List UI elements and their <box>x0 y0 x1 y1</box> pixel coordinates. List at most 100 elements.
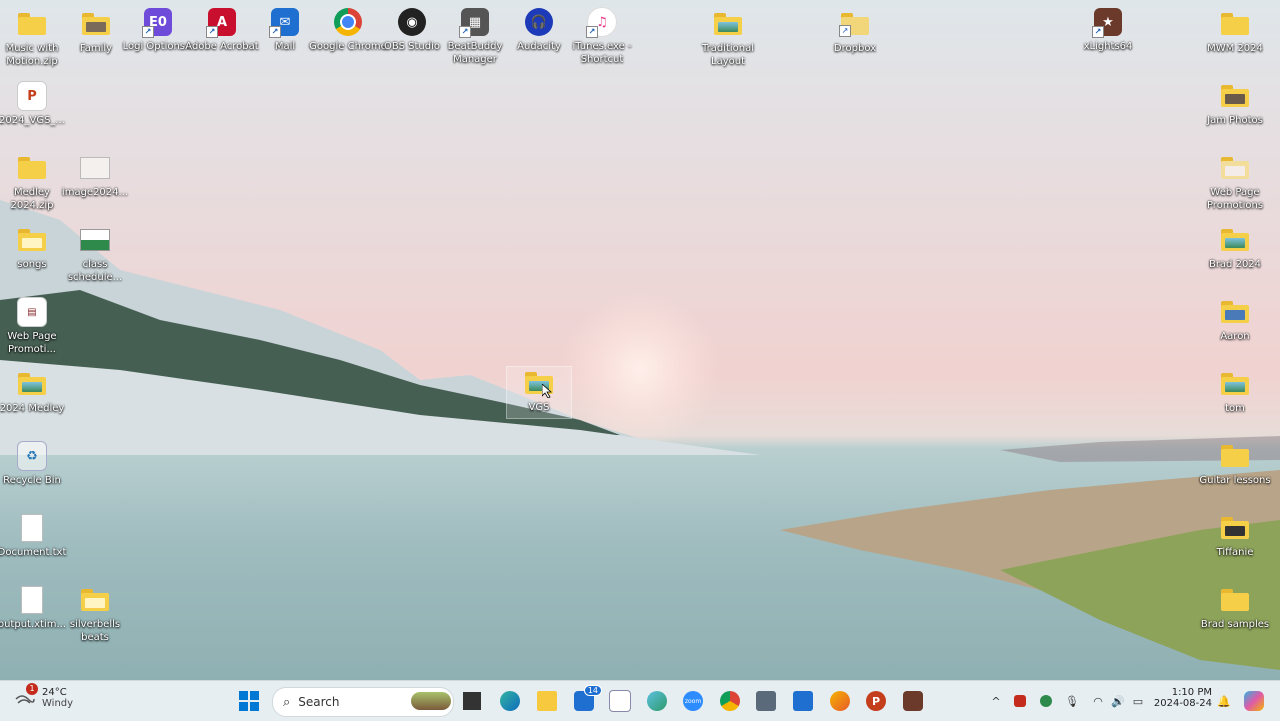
desktop-icon-brad-2024[interactable]: Brad 2024 <box>1203 224 1267 271</box>
desktop-icon-aaron[interactable]: Aaron <box>1203 296 1267 343</box>
folder-icon <box>1219 152 1251 184</box>
weather-icon: 1 <box>14 683 38 709</box>
zip-folder-icon <box>16 8 48 40</box>
desktop-icon-guitar-lessons[interactable]: Guitar lessons <box>1199 440 1271 487</box>
logi-options-icon: E0 ↗ <box>142 8 172 38</box>
recycle-bin-icon: ♻ <box>17 441 47 471</box>
taskbar-powerpoint[interactable]: P <box>864 689 888 713</box>
mail-icon: ✉ ↗ <box>269 8 299 38</box>
microphone-icon: 🎙 <box>1065 694 1079 708</box>
folder-icon <box>1219 224 1251 256</box>
desktop-icon-tiffanie[interactable]: Tiffanie <box>1203 512 1267 559</box>
desktop-icon-brad-samples[interactable]: Brad samples <box>1201 584 1269 631</box>
desktop-icon-jam-photos[interactable]: Jam Photos <box>1203 80 1267 127</box>
chrome-icon <box>720 691 740 711</box>
taskbar-mail[interactable]: 14 <box>572 685 602 713</box>
acrobat-icon: A ↗ <box>206 8 236 38</box>
volume-icon: 🔊 <box>1111 694 1125 708</box>
folder-icon <box>1219 512 1251 544</box>
desktop-icon-mwm-2024[interactable]: MWM 2024 <box>1203 8 1267 55</box>
folder-icon <box>1219 368 1251 400</box>
globe-icon <box>647 691 667 711</box>
tray-overflow-chevron-icon[interactable]: ^ <box>984 689 1008 713</box>
text-file-icon <box>21 514 43 542</box>
desktop-icon-2024-vgs[interactable]: P 2024_VGS_... <box>0 80 65 127</box>
folder-icon <box>712 8 744 40</box>
taskbar-xlights[interactable] <box>901 689 925 713</box>
weather-temp: 24°C <box>42 687 67 698</box>
window-app-icon <box>609 690 631 712</box>
bell-icon: 🔔 <box>1217 694 1231 708</box>
taskbar: 1 24°C Windy ⌕ Search 14 zoom P ^ 🎙 ◠ 🔊 … <box>0 680 1280 721</box>
desktop-icon-web-page-promoti[interactable]: ▤ Web Page Promoti... <box>0 296 64 356</box>
file-explorer-icon <box>537 691 557 711</box>
notifications-button[interactable]: 🔔 <box>1212 689 1236 713</box>
desktop-icon-document-txt[interactable]: Document.txt <box>0 512 66 559</box>
taskbar-edge[interactable] <box>498 689 522 713</box>
xlights-icon: ★ ↗ <box>1092 8 1122 38</box>
tray-app-1[interactable] <box>1008 689 1032 713</box>
copilot-icon <box>1244 691 1264 711</box>
tray-microphone[interactable]: 🎙 <box>1060 689 1084 713</box>
mouse-cursor-icon <box>542 384 552 398</box>
taskbar-calendar-app[interactable] <box>608 689 632 713</box>
desktop-icon-google-chrome[interactable]: Google Chrome <box>309 6 387 53</box>
powerpoint-file-icon: P <box>17 81 47 111</box>
desktop-icon-tom[interactable]: tom <box>1203 368 1267 415</box>
desktop-icon-web-page-promotions[interactable]: Web Page Promotions <box>1203 152 1267 212</box>
copilot-button[interactable] <box>1242 689 1266 713</box>
tray-battery[interactable]: ▭ <box>1126 689 1150 713</box>
desktop: Music with Motion.zip Family E0 ↗ Logi Op… <box>0 0 1280 680</box>
search-highlight-icon <box>411 692 451 710</box>
desktop-icon-recycle-bin[interactable]: ♻ Recycle Bin <box>0 440 64 487</box>
image-file-icon <box>80 157 110 179</box>
itunes-icon: ♫ ↗ <box>586 7 617 38</box>
taskbar-chrome[interactable] <box>718 689 742 713</box>
powerpoint-icon: P <box>866 691 886 711</box>
start-button[interactable] <box>237 689 261 713</box>
taskbar-calendar[interactable] <box>791 689 815 713</box>
weather-widget[interactable]: 1 24°C Windy <box>14 683 74 709</box>
beatbuddy-icon: ▦ ↗ <box>459 8 489 38</box>
weather-alert-badge: 1 <box>26 683 38 695</box>
folder-icon <box>1219 440 1251 472</box>
folder-icon <box>1219 584 1251 616</box>
chrome-icon <box>334 8 362 36</box>
desktop-icon-vgs-dragging[interactable]: VGS <box>506 366 572 419</box>
desktop-icon-silverbells-beats[interactable]: silverbells beats <box>63 584 127 644</box>
desktop-icon-image2024[interactable]: image2024... <box>62 152 128 199</box>
desktop-icon-logi-options[interactable]: E0 ↗ Logi Options+ <box>123 6 193 53</box>
desktop-icon-beatbuddy-manager[interactable]: ▦ ↗ BeatBuddy Manager <box>443 6 507 66</box>
windows-logo-icon <box>239 691 259 711</box>
taskbar-maps[interactable] <box>645 689 669 713</box>
zip-folder-icon <box>16 152 48 184</box>
search-icon: ⌕ <box>283 694 291 710</box>
desktop-icon-medley-2024-zip[interactable]: Medley 2024.zip <box>0 152 64 212</box>
clock-date: 2024-08-24 <box>1153 698 1212 709</box>
taskbar-search-box[interactable]: ⌕ Search <box>272 687 454 717</box>
text-file-icon <box>21 586 43 614</box>
tray-security[interactable] <box>1034 689 1058 713</box>
paint-icon <box>830 691 850 711</box>
zoom-icon: zoom <box>683 691 703 711</box>
battery-icon: ▭ <box>1132 694 1144 708</box>
desktop-icon-dropbox[interactable]: ↗ Dropbox <box>823 8 887 55</box>
taskbar-zoom[interactable]: zoom <box>681 689 705 713</box>
desktop-icon-music-with-motion-zip[interactable]: Music with Motion.zip <box>0 8 64 68</box>
taskbar-calculator[interactable] <box>754 689 778 713</box>
taskbar-paint[interactable] <box>828 689 852 713</box>
desktop-icon-xlights64[interactable]: ★ ↗ xLights64 <box>1076 6 1140 53</box>
folder-icon: ↗ <box>839 8 871 40</box>
weather-desc: Windy <box>42 698 74 709</box>
desktop-icon-traditional-layout[interactable]: Traditional Layout <box>696 8 760 68</box>
wifi-icon: ◠ <box>1093 694 1103 708</box>
taskbar-file-explorer[interactable] <box>535 689 559 713</box>
landscape <box>0 200 1280 670</box>
desktop-icon-itunes-shortcut[interactable]: ♫ ↗ iTunes.exe - Shortcut <box>570 6 634 66</box>
folder-icon <box>1219 80 1251 112</box>
desktop-icon-2024-medley[interactable]: 2024 Medley <box>0 368 64 415</box>
desktop-icon-class-schedule[interactable]: class schedule... <box>63 224 127 284</box>
folder-icon <box>16 368 48 400</box>
clock[interactable]: 1:10 PM 2024-08-24 <box>1152 687 1212 709</box>
task-view-button[interactable] <box>460 689 484 713</box>
